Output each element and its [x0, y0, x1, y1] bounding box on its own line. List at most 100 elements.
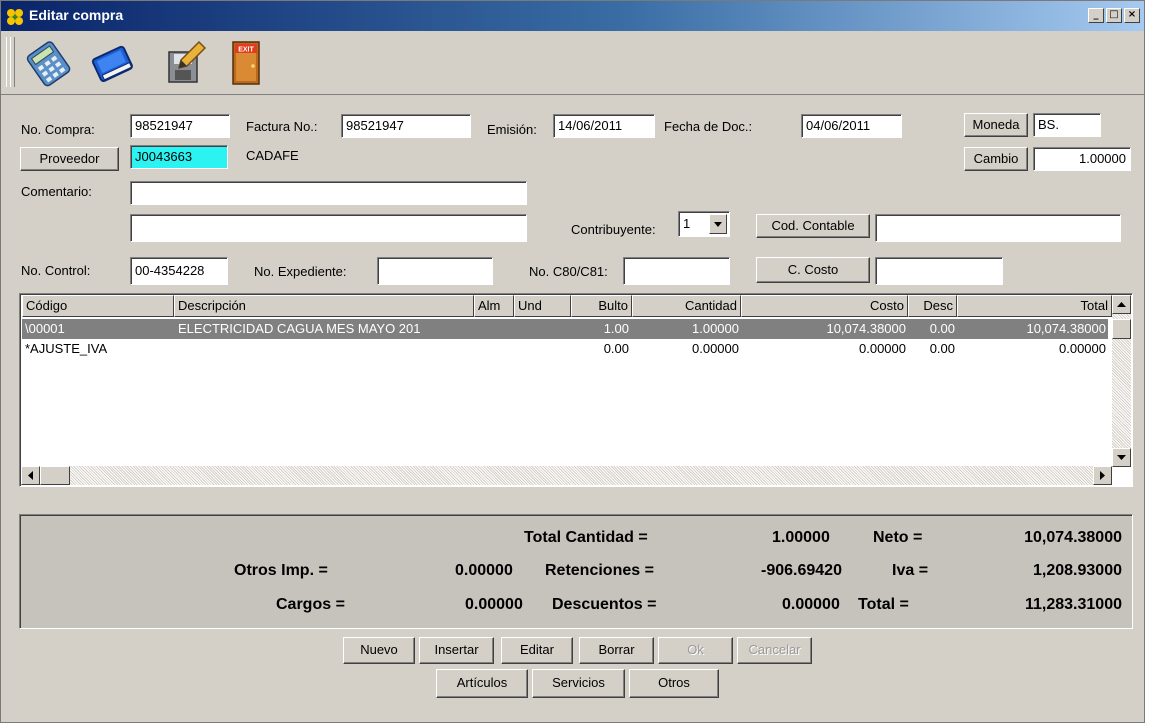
column-header-costo[interactable]: Costo	[741, 295, 908, 317]
cell-desc: 0.00	[929, 321, 955, 336]
chevron-down-icon	[714, 222, 722, 227]
cell-costo: 10,074.38000	[826, 321, 906, 336]
column-header-cantidad[interactable]: Cantidad	[632, 295, 741, 317]
column-header-total[interactable]: Total	[957, 295, 1112, 317]
scroll-up-button[interactable]	[1112, 295, 1131, 314]
borrar-button[interactable]: Borrar	[579, 637, 654, 664]
cell-total: 0.00000	[1059, 341, 1106, 356]
c80-field[interactable]	[623, 257, 730, 285]
arrow-left-icon	[28, 471, 33, 480]
ok-button[interactable]: Ok	[658, 637, 733, 664]
servicios-button[interactable]: Servicios	[532, 669, 625, 698]
comentario-label: Comentario:	[21, 184, 92, 199]
no-control-field[interactable]: 00-4354228	[130, 257, 228, 285]
column-header-descripcion[interactable]: Descripción	[174, 295, 474, 317]
contribuyente-dropdown-button[interactable]	[709, 214, 727, 234]
total-value: 11,283.31000	[1025, 596, 1122, 613]
calculator-icon[interactable]	[23, 38, 73, 88]
total-cantidad-value: 1.00000	[772, 529, 830, 546]
fecha-doc-label: Fecha de Doc.:	[664, 119, 753, 134]
cell-codigo: *AJUSTE_IVA	[25, 341, 108, 356]
retenciones-label: Retenciones =	[545, 562, 654, 579]
c80-label: No. C80/C81:	[529, 264, 608, 279]
no-compra-label: No. Compra:	[21, 122, 95, 137]
column-header-und[interactable]: Und	[514, 295, 571, 317]
exit-sign-text: EXIT	[238, 47, 254, 54]
exit-door-icon[interactable]: EXIT	[223, 38, 273, 88]
window-title: Editar compra	[29, 7, 124, 23]
proveedor-button[interactable]: Proveedor	[20, 147, 119, 171]
column-header-bulto[interactable]: Bulto	[571, 295, 632, 317]
edit-save-icon[interactable]	[159, 38, 209, 88]
no-expediente-field[interactable]	[377, 257, 493, 285]
scroll-down-button[interactable]	[1112, 448, 1131, 467]
table-row[interactable]: \00001 ELECTRICIDAD CAGUA MES MAYO 201 1…	[22, 319, 1108, 339]
cell-cantidad: 0.00000	[692, 341, 739, 356]
cambio-button[interactable]: Cambio	[964, 147, 1028, 171]
arrow-right-icon	[1100, 471, 1105, 480]
descuentos-label: Descuentos =	[552, 596, 657, 613]
no-compra-field[interactable]: 98521947	[130, 114, 230, 138]
proveedor-code-field[interactable]: J0043663	[130, 145, 228, 169]
comentario-field-2[interactable]	[130, 214, 527, 242]
c-costo-button[interactable]: C. Costo	[756, 257, 870, 283]
moneda-field[interactable]: BS.	[1033, 113, 1101, 137]
comentario-field-1[interactable]	[130, 181, 527, 205]
no-control-label: No. Control:	[21, 263, 91, 278]
horizontal-scroll-thumb[interactable]	[40, 466, 70, 485]
editar-button[interactable]: Editar	[501, 637, 573, 664]
cell-bulto: 1.00	[603, 321, 629, 336]
cambio-field[interactable]: 1.00000	[1033, 147, 1131, 171]
moneda-button[interactable]: Moneda	[964, 113, 1028, 137]
column-header-codigo[interactable]: Código	[22, 295, 174, 317]
no-expediente-label: No. Expediente:	[254, 264, 347, 279]
arrow-down-icon	[1117, 455, 1126, 460]
scroll-right-button[interactable]	[1093, 466, 1112, 485]
book-icon[interactable]	[87, 38, 137, 88]
cargos-value: 0.00000	[465, 596, 523, 613]
iva-label: Iva =	[892, 562, 929, 579]
column-header-desc[interactable]: Desc	[908, 295, 957, 317]
cargos-label: Cargos =	[276, 596, 345, 613]
nuevo-button[interactable]: Nuevo	[343, 637, 415, 664]
table-row[interactable]: *AJUSTE_IVA 0.00 0.00000 0.00000 0.00 0.…	[22, 339, 1108, 359]
title-bar: Editar compra _ □ ×	[1, 1, 1144, 31]
fecha-doc-field[interactable]: 04/06/2011	[801, 114, 902, 138]
cell-descripcion: ELECTRICIDAD CAGUA MES MAYO 201	[178, 321, 421, 336]
window-controls: _ □ ×	[1088, 8, 1140, 23]
otros-button[interactable]: Otros	[629, 669, 719, 698]
insertar-button[interactable]: Insertar	[419, 637, 494, 664]
factura-label: Factura No.:	[246, 119, 318, 134]
total-label: Total =	[858, 596, 909, 613]
total-cantidad-label: Total Cantidad =	[524, 529, 648, 546]
neto-value: 10,074.38000	[1024, 529, 1122, 546]
scroll-left-button[interactable]	[21, 466, 40, 485]
c-costo-field[interactable]	[875, 257, 1003, 285]
column-header-alm[interactable]: Alm	[474, 295, 514, 317]
retenciones-value: -906.69420	[761, 562, 842, 579]
cell-total: 10,074.38000	[1026, 321, 1106, 336]
otros-imp-label: Otros Imp. =	[234, 562, 328, 579]
vertical-scrollbar[interactable]	[1112, 295, 1131, 467]
cell-bulto: 0.00	[603, 341, 629, 356]
contribuyente-select[interactable]: 1	[678, 211, 730, 237]
totals-panel: Total Cantidad = 1.00000 Neto = 10,074.3…	[19, 514, 1133, 629]
cancelar-button[interactable]: Cancelar	[737, 637, 812, 664]
maximize-button[interactable]: □	[1106, 8, 1122, 23]
minimize-button[interactable]: _	[1088, 8, 1104, 23]
close-button[interactable]: ×	[1124, 8, 1140, 23]
cod-contable-field[interactable]	[875, 214, 1121, 242]
horizontal-scrollbar[interactable]	[21, 466, 1112, 485]
items-grid[interactable]: Código Descripción Alm Und Bulto Cantida…	[19, 293, 1133, 487]
arrow-up-icon	[1117, 302, 1126, 307]
iva-value: 1,208.93000	[1033, 562, 1122, 579]
vertical-scroll-thumb[interactable]	[1112, 319, 1131, 339]
articulos-button[interactable]: Artículos	[436, 669, 528, 698]
edit-purchase-window: Editar compra _ □ × EXIT No. Compra: 985…	[0, 0, 1145, 723]
factura-field[interactable]: 98521947	[341, 114, 471, 138]
otros-imp-value: 0.00000	[455, 562, 513, 579]
toolbar: EXIT	[1, 32, 1144, 95]
cod-contable-button[interactable]: Cod. Contable	[756, 214, 870, 238]
emision-field[interactable]: 14/06/2011	[553, 114, 655, 138]
cell-costo: 0.00000	[859, 341, 906, 356]
